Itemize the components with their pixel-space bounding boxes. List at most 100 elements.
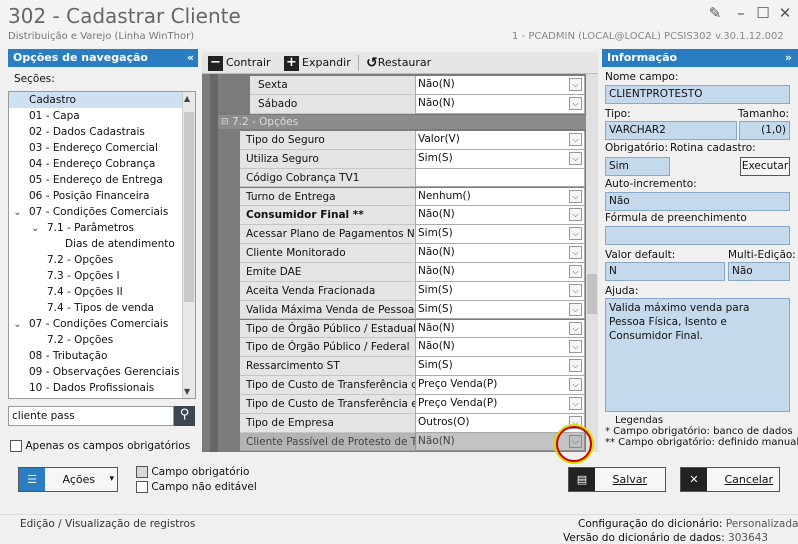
chevron-down-icon[interactable]: ⌵ [569,283,582,297]
cancel-button[interactable]: ✕ Cancelar [680,467,780,492]
collapse-info-icon[interactable]: » [785,49,792,67]
collapse-button[interactable]: − Contrair [208,55,271,71]
search-button[interactable]: ⚲ [174,406,195,426]
tree-item[interactable]: 08 - Tributação [9,348,195,364]
restore-button[interactable]: ↺Restaurar [366,55,431,71]
grid-row-value[interactable]: Nenhum() ⌵ [415,187,585,207]
required-swatch [136,466,148,478]
save-button[interactable]: ▤ Salvar [568,467,666,492]
expander-icon[interactable]: ⌄ [13,204,29,220]
collapse-panel-icon[interactable]: « [187,49,194,67]
scroll-down-icon[interactable]: ▼ [184,387,190,396]
chevron-down-icon[interactable]: ⌵ [569,189,582,203]
grid-row-value[interactable]: Não(N) ⌵ [415,319,585,339]
grid-row-value[interactable]: Sim(S) ⌵ [415,225,585,245]
grid-row-value[interactable]: Preço Venda(P) ⌵ [415,394,585,414]
tree-item[interactable]: 06 - Posição Financeira [9,188,195,204]
chevron-down-icon[interactable]: ⌵ [569,133,582,146]
chevron-down-icon[interactable]: ⌵ [569,264,582,278]
grid-row-value[interactable]: Não(N) ⌵ [415,206,585,226]
grid-row[interactable]: Utiliza Seguro Sim(S) ⌵ [240,149,585,169]
section-header[interactable]: ⊟ 7.2 - Opções [218,115,587,129]
tree-item[interactable]: 7.2 - Opções [9,332,195,348]
expand-button[interactable]: + Expandir [284,55,351,71]
chevron-down-icon[interactable]: ⌵ [569,246,582,260]
chevron-down-icon[interactable]: ⌵ [569,378,582,392]
scroll-up-icon[interactable]: ▲ [184,94,190,103]
grid-scrollbar[interactable] [586,74,598,452]
grid-row[interactable]: Tipo de Custo de Transferência de Preço V… [240,376,585,395]
tree-item[interactable]: 7.2 - Opções [9,252,195,268]
grid-row[interactable]: Tipo de Órgão Público / Federal Não(N) ⌵ [240,338,585,358]
grid-row-value[interactable]: Sim(S) ⌵ [415,281,585,301]
edit-icon[interactable]: ✎ [702,2,728,24]
close-button[interactable]: ✕ [772,2,798,24]
chevron-down-icon[interactable]: ⌵ [569,227,582,241]
tree-item[interactable]: 05 - Endereço de Entrega [9,172,195,188]
tree-item[interactable]: 09 - Observações Gerenciais [9,364,195,380]
tree-item[interactable]: 01 - Capa [9,108,195,124]
tree-item[interactable]: ⌄ 07 - Condições Comerciais [9,204,195,220]
expander-icon[interactable]: ⌄ [13,316,29,332]
run-button[interactable]: Executar [740,157,790,176]
section-collapse-icon[interactable]: ⊟ [221,115,229,129]
chevron-down-icon[interactable]: ⌵ [569,96,582,110]
chevron-down-icon[interactable]: ⌵ [569,359,582,373]
search-input[interactable]: cliente pass [8,406,174,426]
chevron-down-icon[interactable]: ⌵ [569,302,582,316]
grid-scroll-thumb[interactable] [587,274,597,314]
tree-item[interactable]: 10 - Dados Profissionais [9,380,195,396]
scroll-thumb[interactable] [184,112,194,302]
tree-item[interactable]: 02 - Dados Cadastrais [9,124,195,140]
tree-item[interactable]: 03 - Endereço Comercial [9,140,195,156]
tree-item[interactable]: ⌄ 7.1 - Parâmetros [9,220,195,236]
nav-scrollbar[interactable]: ▲ ▼ [182,92,195,398]
tree-item[interactable]: 7.4 - Opções II [9,284,195,300]
only-required-checkbox[interactable] [10,440,22,452]
chevron-down-icon[interactable]: ⌵ [569,340,582,354]
grid-row[interactable]: Turno de Entrega Nenhum() ⌵ [240,187,585,207]
actions-button[interactable]: ☰ Ações ▾ [18,467,118,492]
grid-row[interactable]: Emite DAE Não(N) ⌵ [240,262,585,282]
tree-item[interactable]: 7.3 - Opções I [9,268,195,284]
grid-row-value[interactable]: Sim(S) ⌵ [415,149,585,169]
grid-row[interactable]: Tipo de Custo de Transferência en Preço V… [240,394,585,414]
grid-row-value[interactable]: Preço Venda(P) ⌵ [415,376,585,395]
grid-row-value[interactable]: Não(N) ⌵ [415,338,585,358]
grid-row-value[interactable]: Valor(V) ⌵ [415,131,585,150]
tree-item[interactable]: 7.4 - Tipos de venda [9,300,195,316]
grid-row-value[interactable] [415,168,585,188]
grid-row[interactable]: Ressarcimento ST Sim(S) ⌵ [240,357,585,376]
chevron-down-icon[interactable]: ⌵ [569,208,582,222]
tree-item-label: 7.1 - Parâmetros [47,222,134,234]
grid-row[interactable]: Aceita Venda Fracionada Sim(S) ⌵ [240,281,585,301]
only-required-filter[interactable]: Apenas os campos obrigatórios [10,440,190,452]
grid-row[interactable]: Sábado Não(N) ⌵ [250,94,585,114]
tree-item[interactable]: Dias de atendimento [9,236,195,252]
grid-row[interactable]: Cliente Monitorado Não(N) ⌵ [240,244,585,263]
grid-row-value[interactable]: Não(N) ⌵ [415,94,585,114]
tree-item[interactable]: Cadastro [9,92,195,108]
grid-row[interactable]: Sexta Não(N) ⌵ [250,76,585,95]
tree-item[interactable]: 04 - Endereço Cobrança [9,156,195,172]
expander-icon[interactable]: ⌄ [31,220,47,236]
grid-row[interactable]: Consumidor Final ** Não(N) ⌵ [240,206,585,226]
grid-row-value[interactable]: Não(N) ⌵ [415,244,585,263]
chevron-down-icon[interactable]: ⌵ [569,78,582,91]
grid-row[interactable]: Tipo de Órgão Público / Estadual Não(N) ⌵ [240,319,585,339]
grid-row-value[interactable]: Não(N) ⌵ [415,262,585,282]
grid-row[interactable]: Código Cobrança TV1 [240,168,585,188]
grid-row-value[interactable]: Sim(S) ⌵ [415,357,585,376]
dropdown-arrow-icon[interactable]: ▾ [109,468,114,491]
grid-row[interactable]: Valida Máxima Venda de Pessoa FísicaSim(… [240,300,585,320]
tree-item[interactable]: ⌄ 07 - Condições Comerciais [9,316,195,332]
chevron-down-icon[interactable]: ⌵ [569,396,582,410]
grid-row-value[interactable]: Sim(S) ⌵ [415,300,585,320]
grid-row-value[interactable]: Não(N) ⌵ [415,76,585,95]
grid-row[interactable]: Cliente Passível de Protesto de TítulosN… [240,432,585,452]
grid-row[interactable]: Tipo do Seguro Valor(V) ⌵ [240,131,585,150]
chevron-down-icon[interactable]: ⌵ [569,151,582,165]
grid-row[interactable]: Acessar Plano de Pagamentos NegociadosSi… [240,225,585,245]
chevron-down-icon[interactable]: ⌵ [569,321,582,335]
grid-row[interactable]: Tipo de Empresa Outros(O) ⌵ [240,413,585,433]
